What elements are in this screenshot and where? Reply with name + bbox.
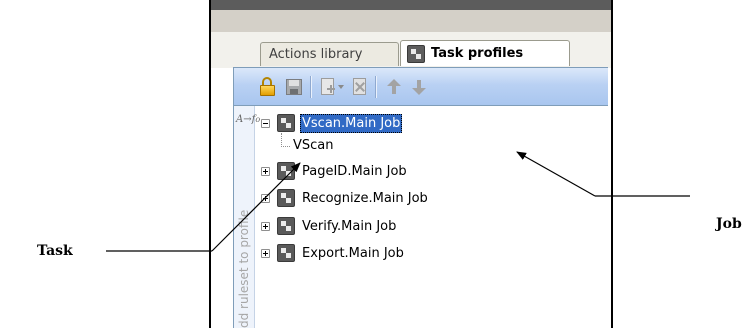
side-panel[interactable]: A→fo Add ruleset to profile (234, 106, 260, 328)
tree-connector (281, 133, 290, 147)
tree-node-label[interactable]: Verify.Main Job (300, 217, 398, 236)
tab-actions-library[interactable]: Actions library (260, 42, 399, 66)
toolbar-separator (375, 76, 377, 98)
window-header-area (209, 10, 613, 32)
expand-icon[interactable] (261, 249, 270, 258)
tab-task-profiles[interactable]: Task profiles (400, 40, 570, 66)
task-annotation-label: Task (37, 243, 73, 259)
job-annotation-label: Job (716, 216, 742, 232)
tree-node[interactable]: Export.Main Job (255, 243, 595, 265)
job-icon (277, 244, 295, 262)
task-profile-tree: Vscan.Main Job VScan PageID.Main Job Rec… (255, 106, 608, 328)
tree-node-label[interactable]: PageID.Main Job (300, 162, 409, 181)
tree-node-label[interactable]: Recognize.Main Job (300, 189, 430, 208)
tree-node-label[interactable]: Vscan.Main Job (300, 114, 403, 133)
tree-node[interactable]: Verify.Main Job (255, 216, 595, 238)
expand-icon[interactable] (261, 222, 270, 231)
arrow-down-icon[interactable] (409, 77, 429, 97)
screenshot-frame: Actions library Task profiles A→fo Add r… (209, 0, 613, 328)
tree-node[interactable]: Vscan.Main Job (255, 113, 595, 135)
tab-label: Task profiles (431, 46, 524, 61)
frame-border (209, 0, 211, 328)
tree-node[interactable]: Recognize.Main Job (255, 188, 595, 210)
new-icon[interactable] (318, 77, 338, 97)
collapse-icon[interactable] (261, 119, 270, 128)
job-icon (277, 189, 295, 207)
job-icon (277, 114, 295, 132)
lock-icon[interactable] (258, 77, 278, 97)
job-icon (277, 162, 295, 180)
tab-strip: Actions library Task profiles (211, 32, 611, 68)
arrow-up-icon[interactable] (384, 77, 404, 97)
expand-icon[interactable] (261, 194, 270, 203)
toolbar-separator (310, 76, 312, 98)
dropdown-arrow-icon[interactable] (338, 85, 344, 89)
job-icon (407, 45, 425, 63)
tab-label: Actions library (269, 47, 363, 62)
frame-border (611, 0, 613, 328)
expand-icon[interactable] (261, 167, 270, 176)
window-titlebar (209, 0, 613, 10)
tree-node-child[interactable]: VScan (255, 133, 595, 157)
save-icon[interactable] (284, 77, 304, 97)
job-icon (277, 217, 295, 235)
ruleset-icon[interactable]: A→fo (236, 112, 260, 128)
tree-node[interactable]: PageID.Main Job (255, 161, 595, 183)
tree-node-label[interactable]: VScan (291, 136, 336, 155)
tree-node-label[interactable]: Export.Main Job (300, 244, 406, 263)
toolbar (234, 68, 608, 106)
side-panel-label[interactable]: Add ruleset to profile (237, 146, 251, 328)
task-profiles-panel: A→fo Add ruleset to profile Vscan.Main J… (233, 67, 608, 328)
delete-icon[interactable] (350, 77, 370, 97)
